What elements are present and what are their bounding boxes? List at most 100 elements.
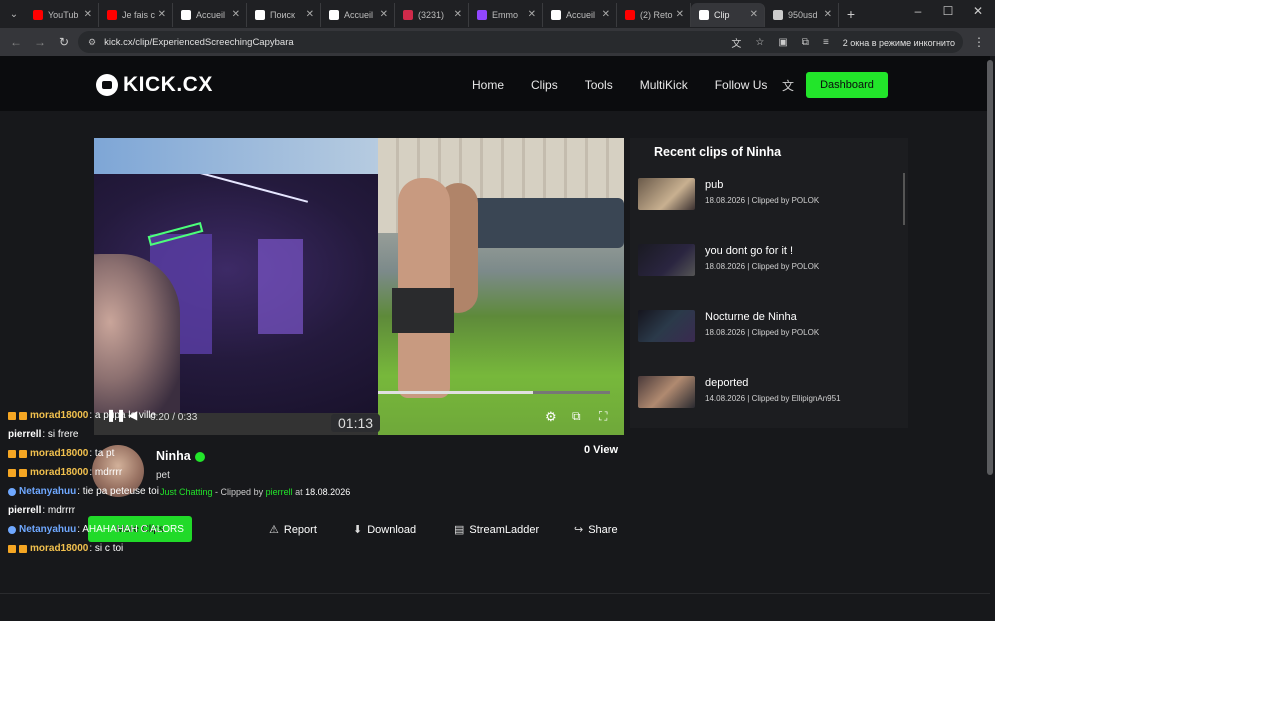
chat-username: Netanyahuu [19,486,77,497]
language-icon[interactable]: 文 [782,77,794,94]
site-header: KICK.CX Home Clips Tools MultiKick Follo… [0,56,990,111]
nav-clips[interactable]: Clips [531,78,558,92]
streamladder-button[interactable]: ▤ StreamLadder [454,523,539,536]
clip-title[interactable]: deported [705,377,748,389]
report-label: Report [283,524,317,536]
nav-multikick[interactable]: MultiKick [640,78,688,92]
nav-follow-us[interactable]: Follow Us [715,78,768,92]
chat-text: : mdrrrr [42,505,76,516]
webcam-overlay [94,174,378,413]
tab-close-icon[interactable]: ✕ [602,9,610,20]
tab-close-icon[interactable]: ✕ [528,9,536,20]
tab-close-icon[interactable]: ✕ [824,9,832,20]
fullscreen-icon[interactable]: ⛶ [599,409,607,424]
video-player[interactable]: ❚❚ ◀ 0:20 / 0:33 01:13 ⚙ ⧉ ⛶ [94,138,624,435]
browser-tab[interactable]: Je fais c ✕ [99,3,173,27]
maximize-icon[interactable]: ☐ [933,4,963,18]
tab-close-icon[interactable]: ✕ [158,9,166,20]
date-prefix: at [295,487,303,497]
tab-close-icon[interactable]: ✕ [232,9,240,20]
minimize-icon[interactable]: – [903,4,933,18]
tab-favicon-icon [107,10,117,20]
chat-username: Netanyahuu [19,524,77,535]
tab-strip: ⌄ YouTub ✕ Je fais c ✕ Accueil ✕ Поиск ✕ Accueil… [0,0,995,28]
browser-tab[interactable]: (3231) ✕ [395,3,469,27]
chat-username: pierrell [8,505,42,516]
tab-label: Accueil [344,10,374,20]
chat-text: : AHAHAHAH C ALORS [77,524,184,535]
browser-tab[interactable]: (2) Reto ✕ [617,3,691,27]
media-icon[interactable]: ≡ [823,37,829,48]
browser-tab[interactable]: Accueil ✕ [173,3,247,27]
incognito-indicator[interactable]: 2 окна в режиме инкогнито [843,38,955,48]
clip-thumbnail[interactable] [638,244,695,276]
tab-close-icon[interactable]: ✕ [380,9,388,20]
back-icon[interactable]: ← [4,35,28,49]
clipper-link[interactable]: pierrell [266,487,293,497]
browser-tab[interactable]: Поиск ✕ [247,3,321,27]
report-button[interactable]: ⚠ Report [269,523,317,536]
webcam-neon-light [181,174,309,203]
clip-item[interactable]: you dont go for it ! 18.08.2026 | Clippe… [638,244,898,278]
chat-message: pierrell: mdrrrr [8,501,228,520]
menu-kebab-icon[interactable]: ⋮ [973,35,985,49]
url-text[interactable]: kick.cx/clip/ExperiencedScreechingCapyba… [104,37,294,48]
pip-icon[interactable]: ⧉ [572,409,581,424]
tab-favicon-icon [181,10,191,20]
clip-thumbnail[interactable] [638,178,695,210]
clip-thumbnail[interactable] [638,376,695,408]
overlay-timestamp: 01:13 [331,414,381,432]
share-label: Share [588,524,618,536]
tab-close-icon[interactable]: ✕ [750,9,758,20]
clip-meta: 18.08.2026 | Clipped by POLOK [705,196,820,205]
chat-badge-icon [8,544,16,553]
tab-close-icon[interactable]: ✕ [676,9,684,20]
extension-icon[interactable]: ▣ [778,37,787,48]
clip-item[interactable]: pub 18.08.2026 | Clipped by POLOK [638,178,898,212]
clip-item[interactable]: deported 14.08.2026 | Clipped by Ellipig… [638,376,898,410]
puzzle-icon[interactable]: ⧉ [802,37,809,48]
chat-badge-icon [8,449,16,458]
chat-message: pierrell: si frere [8,425,228,444]
clip-title[interactable]: you dont go for it ! [705,245,793,257]
tab-favicon-icon [255,10,265,20]
progress-bar[interactable] [378,391,610,394]
browser-tab[interactable]: Accueil ✕ [321,3,395,27]
clip-title[interactable]: Nocturne de Ninha [705,311,797,323]
clip-item[interactable]: Nocturne de Ninha 18.08.2026 | Clipped b… [638,310,898,344]
browser-tab[interactable]: YouTub ✕ [25,3,99,27]
site-info-icon[interactable]: ⚙ [88,37,96,48]
tab-close-icon[interactable]: ✕ [454,9,462,20]
nav-home[interactable]: Home [472,78,504,92]
share-button[interactable]: ↪ Share [574,523,618,536]
new-tab-button[interactable]: + [839,6,863,22]
forward-icon[interactable]: → [28,35,52,49]
settings-gear-icon[interactable]: ⚙ [545,409,557,425]
page-scrollbar[interactable] [987,60,993,475]
clip-title[interactable]: pub [705,179,723,191]
download-button[interactable]: ⬇ Download [353,523,416,536]
chat-message: morad18000: mdrrrr [8,463,228,482]
translate-page-icon[interactable]: 文 [731,35,741,50]
nav-tools[interactable]: Tools [585,78,613,92]
clip-thumbnail[interactable] [638,310,695,342]
browser-tab[interactable]: Clip ✕ [691,3,765,27]
site-logo[interactable]: KICK.CX [96,73,213,97]
browser-tab[interactable]: Emmo ✕ [469,3,543,27]
browser-tab[interactable]: 950usd ✕ [765,3,839,27]
scene-shorts [392,288,454,333]
tab-label: YouTub [48,10,79,20]
bookmark-star-icon[interactable]: ☆ [755,37,764,48]
panel-scrollbar[interactable] [903,173,905,225]
tab-search-icon[interactable]: ⌄ [3,4,25,24]
browser-tab[interactable]: Accueil ✕ [543,3,617,27]
tab-close-icon[interactable]: ✕ [84,9,92,20]
reload-icon[interactable]: ↻ [52,35,76,49]
progress-fill [378,391,534,394]
tab-favicon-icon [773,10,783,20]
dashboard-button[interactable]: Dashboard [806,72,888,98]
chat-badge-icon [19,468,27,477]
tab-close-icon[interactable]: ✕ [306,9,314,20]
close-window-icon[interactable]: ✕ [963,4,993,18]
omnibox[interactable]: ⚙ kick.cx/clip/ExperiencedScreechingCapy… [78,31,963,53]
